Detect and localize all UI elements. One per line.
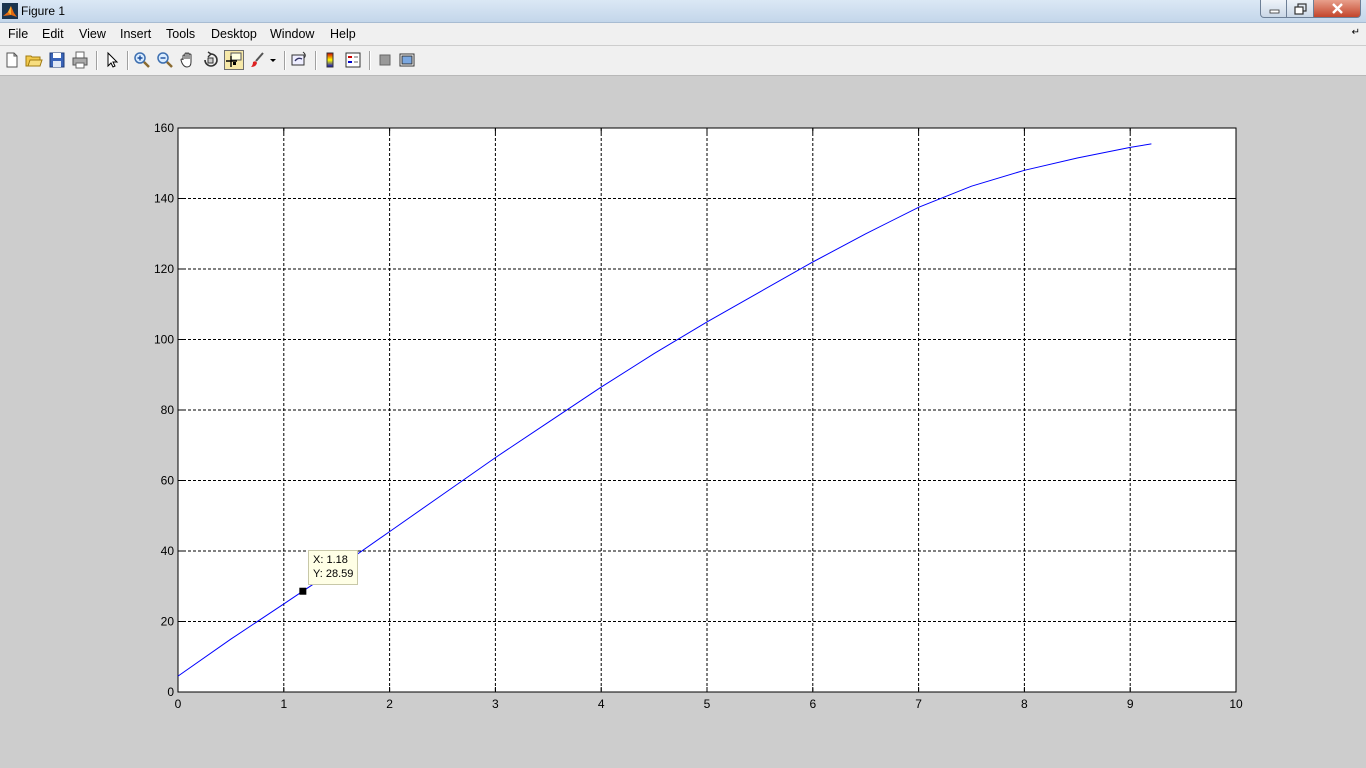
restore-icon [1294, 3, 1307, 15]
data-cursor-icon[interactable] [224, 50, 244, 70]
edit-plot-arrow-icon[interactable] [103, 51, 121, 69]
rotate-3d-icon[interactable] [202, 51, 220, 69]
print-icon[interactable] [71, 51, 89, 69]
y-tick-label: 120 [154, 262, 174, 276]
data-tip-y: Y: 28.59 [313, 568, 354, 580]
x-tick-label: 3 [492, 697, 499, 711]
data-tip[interactable]: X: 1.18 Y: 28.59 [308, 550, 359, 585]
open-file-icon[interactable] [25, 51, 43, 69]
x-tick-label: 4 [598, 697, 605, 711]
toolbar-separator [127, 51, 129, 70]
data-cursor-marker [299, 587, 307, 595]
menu-file[interactable]: File [8, 27, 28, 41]
figure-canvas[interactable]: 0 1 2 3 4 5 6 7 8 9 10020406080100120140160 [0, 76, 1366, 766]
y-tick-label: 140 [154, 192, 174, 206]
x-tick-label: 6 [809, 697, 816, 711]
x-tick-label: 1 [280, 697, 287, 711]
menu-tools[interactable]: Tools [166, 27, 195, 41]
window-title: Figure 1 [21, 4, 66, 18]
menu-bar: File Edit View Insert Tools Desktop Wind… [0, 23, 1366, 45]
toolbar-separator [96, 51, 98, 70]
status-strip [0, 763, 1366, 768]
save-icon[interactable] [48, 51, 66, 69]
toolbar-separator [284, 51, 286, 70]
close-icon [1332, 3, 1343, 14]
link-plot-icon[interactable] [290, 51, 308, 69]
x-tick-label: 8 [1021, 697, 1028, 711]
x-tick-label: 5 [704, 697, 711, 711]
minimize-icon [1269, 9, 1280, 14]
data-tip-x: X: 1.18 [313, 554, 348, 566]
x-tick-label: 2 [386, 697, 393, 711]
y-tick-label: 0 [167, 685, 174, 699]
chevron-down-icon[interactable] [268, 51, 278, 69]
menu-help[interactable]: Help [330, 27, 356, 41]
menu-view[interactable]: View [79, 27, 106, 41]
show-plot-tools-icon[interactable] [398, 51, 416, 69]
dock-arrow-icon[interactable]: ↵ [1352, 27, 1360, 38]
y-tick-label: 20 [161, 615, 175, 629]
pan-hand-icon[interactable] [179, 51, 197, 69]
y-tick-label: 100 [154, 333, 174, 347]
hide-plot-tools-icon[interactable] [376, 51, 394, 69]
toolbar-separator [315, 51, 317, 70]
matlab-logo-icon [2, 3, 18, 19]
legend-icon[interactable] [344, 51, 362, 69]
title-bar: Figure 1 [0, 0, 1366, 23]
x-tick-label: 10 [1229, 697, 1243, 711]
x-tick-label: 7 [915, 697, 922, 711]
brush-icon[interactable] [249, 51, 267, 69]
zoom-in-icon[interactable] [133, 51, 151, 69]
y-tick-label: 60 [161, 474, 175, 488]
close-button[interactable] [1314, 0, 1361, 18]
x-tick-label: 9 [1127, 697, 1134, 711]
menu-edit[interactable]: Edit [42, 27, 64, 41]
restore-button[interactable] [1287, 0, 1314, 18]
toolbar [0, 46, 1366, 76]
y-tick-label: 40 [161, 544, 175, 558]
menu-window[interactable]: Window [270, 27, 314, 41]
y-tick-label: 160 [154, 121, 174, 135]
x-tick-label: 0 [175, 697, 182, 711]
minimize-button[interactable] [1260, 0, 1287, 18]
colorbar-icon[interactable] [321, 51, 339, 69]
new-figure-icon[interactable] [3, 51, 21, 69]
menu-insert[interactable]: Insert [120, 27, 151, 41]
toolbar-separator [369, 51, 371, 70]
menu-desktop[interactable]: Desktop [211, 27, 257, 41]
y-tick-label: 80 [161, 403, 175, 417]
zoom-out-icon[interactable] [156, 51, 174, 69]
